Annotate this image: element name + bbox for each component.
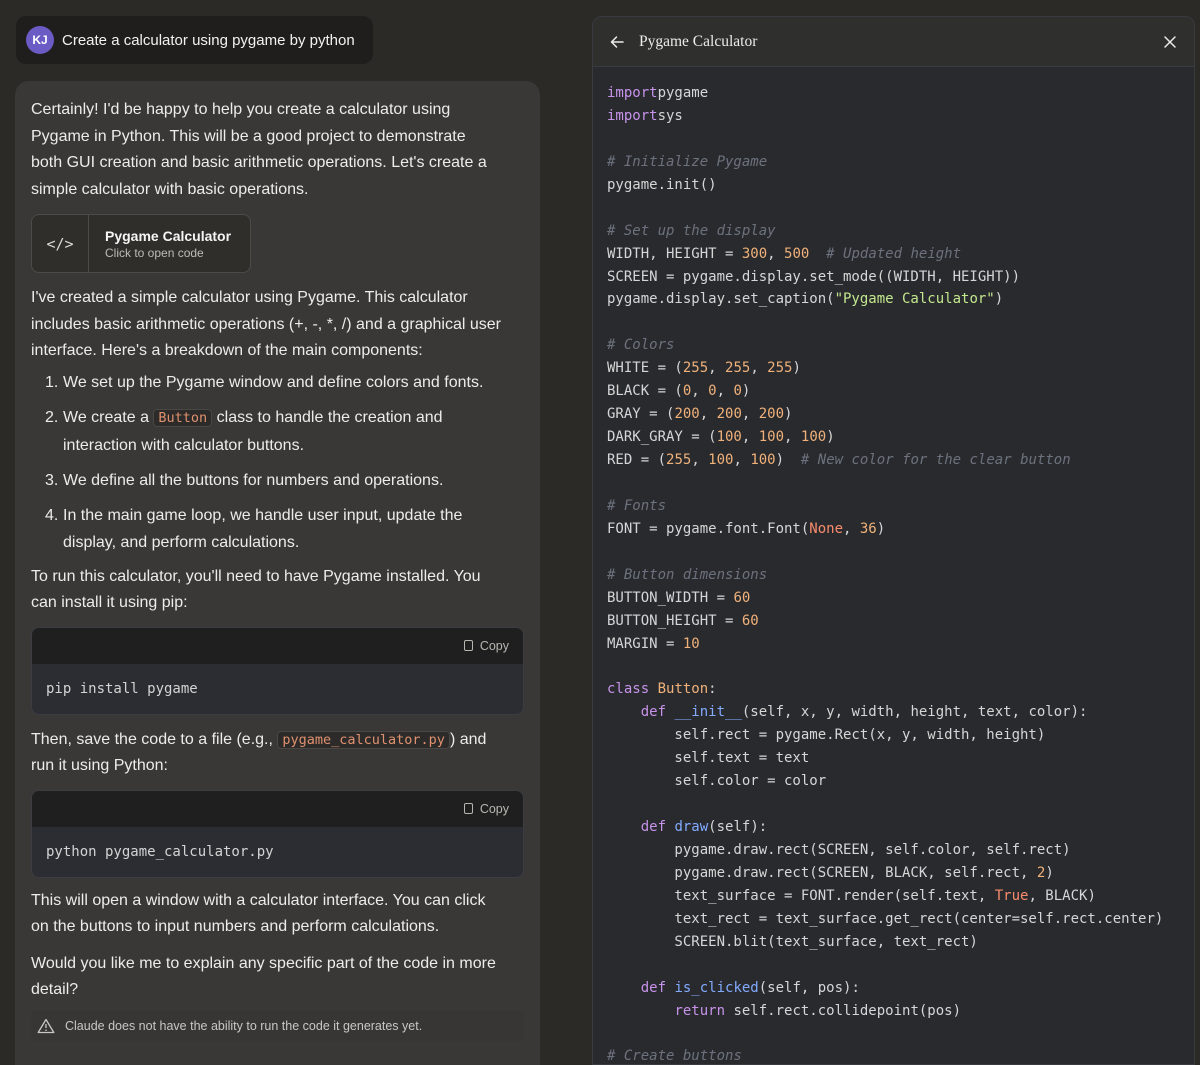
code-line: BUTTON_HEIGHT = 60 <box>607 612 759 629</box>
list-item: 4. In the main game loop, we handle user … <box>45 506 463 551</box>
code-line: BLACK = (0, 0, 0) <box>607 383 751 400</box>
panel-title: Pygame Calculator <box>639 32 758 50</box>
code-line: class Button: <box>607 681 717 698</box>
code-line: pygame.display.set_caption("Pygame Calcu… <box>607 291 1004 308</box>
notice-text: Claude does not have the ability to run … <box>65 1019 423 1033</box>
user-avatar[interactable]: KJ <box>26 26 54 54</box>
inline-code: pygame_calculator.py <box>277 730 450 749</box>
close-icon[interactable] <box>1162 34 1178 50</box>
code-line: SCREEN = pygame.display.set_mode((WIDTH,… <box>607 268 1021 285</box>
list-item: 3. We define all the buttons for numbers … <box>45 471 444 489</box>
code-line: DARK_GRAY = (100, 100, 100) <box>607 429 835 446</box>
code-line: pygame.draw.rect(SCREEN, BLACK, self.rec… <box>607 864 1054 881</box>
install-instructions: To run this calculator, you'll need to h… <box>31 567 481 612</box>
user-message: KJ Create a calculator using pygame by p… <box>16 16 373 64</box>
code-line: MARGIN = 10 <box>607 635 700 652</box>
code-line: pygame.init() <box>607 176 717 193</box>
code-line: # Colors <box>607 337 675 354</box>
code-line: def draw(self): <box>640 819 768 835</box>
code-line: return self.rect.collidepoint(pos) <box>674 1002 962 1019</box>
code-line: self.color = color <box>607 773 827 790</box>
code-line: GRAY = (200, 200, 200) <box>607 406 793 423</box>
artifact-title: Pygame Calculator <box>105 227 232 244</box>
artifact-card[interactable]: </> Pygame Calculator Click to open code <box>31 214 251 273</box>
warning-icon <box>37 1018 55 1034</box>
back-arrow-icon[interactable] <box>609 34 625 50</box>
code-line: BUTTON_WIDTH = 60 <box>607 589 751 606</box>
code-line: SCREEN.blit(text_surface, text_rect) <box>607 933 978 950</box>
copy-button[interactable]: Copy <box>463 802 509 816</box>
run-command: python pygame_calculator.py <box>46 843 274 860</box>
code-line: text_surface = FONT.render(self.text, Tr… <box>607 887 1096 904</box>
copy-icon <box>463 803 473 814</box>
list-item: 2. We create a Button class to handle the… <box>45 408 443 454</box>
code-line: WHITE = (255, 255, 255) <box>607 360 801 377</box>
code-line: importsys <box>607 107 683 124</box>
assistant-summary: I've created a simple calculator using P… <box>31 289 502 359</box>
save-instructions: Then, save the code to a file (e.g., pyg… <box>31 730 487 774</box>
code-line: text_rect = text_surface.get_rect(center… <box>607 910 1164 927</box>
list-item: 1. We set up the Pygame window and define… <box>45 373 484 391</box>
user-message-text: Create a calculator using pygame by pyth… <box>62 31 355 49</box>
artifact-panel: Pygame Calculator importpygame importsys … <box>592 16 1195 1065</box>
code-execution-notice: Claude does not have the ability to run … <box>31 1011 524 1041</box>
steps-list: 1. We set up the Pygame window and define… <box>31 369 524 556</box>
code-view[interactable]: importpygame importsys # Initialize Pygam… <box>593 67 1194 1065</box>
code-line: def is_clicked(self, pos): <box>640 979 860 996</box>
code-line: def __init__(self, x, y, width, height, … <box>640 704 1088 721</box>
inline-code: Button <box>153 408 213 427</box>
code-line: self.rect = pygame.Rect(x, y, width, hei… <box>607 727 1046 744</box>
assistant-intro: Certainly! I'd be happy to help you crea… <box>31 101 487 198</box>
code-line: FONT = pygame.font.Font(None, 36) <box>607 520 886 537</box>
panel-header: Pygame Calculator <box>593 17 1194 67</box>
follow-up-question: Would you like me to explain any specifi… <box>31 954 496 999</box>
install-codeblock: Copy pip install pygame <box>31 626 524 715</box>
copy-icon <box>463 640 473 651</box>
copy-button[interactable]: Copy <box>463 639 509 653</box>
install-command: pip install pygame <box>46 680 198 697</box>
artifact-subtitle: Click to open code <box>105 245 204 260</box>
code-line: # Initialize Pygame <box>607 153 768 170</box>
run-codeblock: Copy python pygame_calculator.py <box>31 789 524 878</box>
assistant-message: Certainly! I'd be happy to help you crea… <box>15 81 540 1065</box>
code-icon: </> <box>32 215 89 272</box>
code-line: # Button dimensions <box>607 566 768 583</box>
open-description: This will open a window with a calculato… <box>31 891 486 936</box>
code-line: RED = (255, 100, 100) # New color for th… <box>607 452 1071 468</box>
code-line: # Create buttons <box>607 1048 742 1065</box>
code-line: WIDTH, HEIGHT = 300, 500 # Updated heigh… <box>607 245 962 262</box>
code-line: # Fonts <box>607 497 667 514</box>
code-line: # Set up the display <box>607 222 776 239</box>
code-line: importpygame <box>607 85 709 101</box>
code-line: pygame.draw.rect(SCREEN, self.color, sel… <box>607 841 1071 858</box>
code-line: self.text = text <box>607 750 810 767</box>
